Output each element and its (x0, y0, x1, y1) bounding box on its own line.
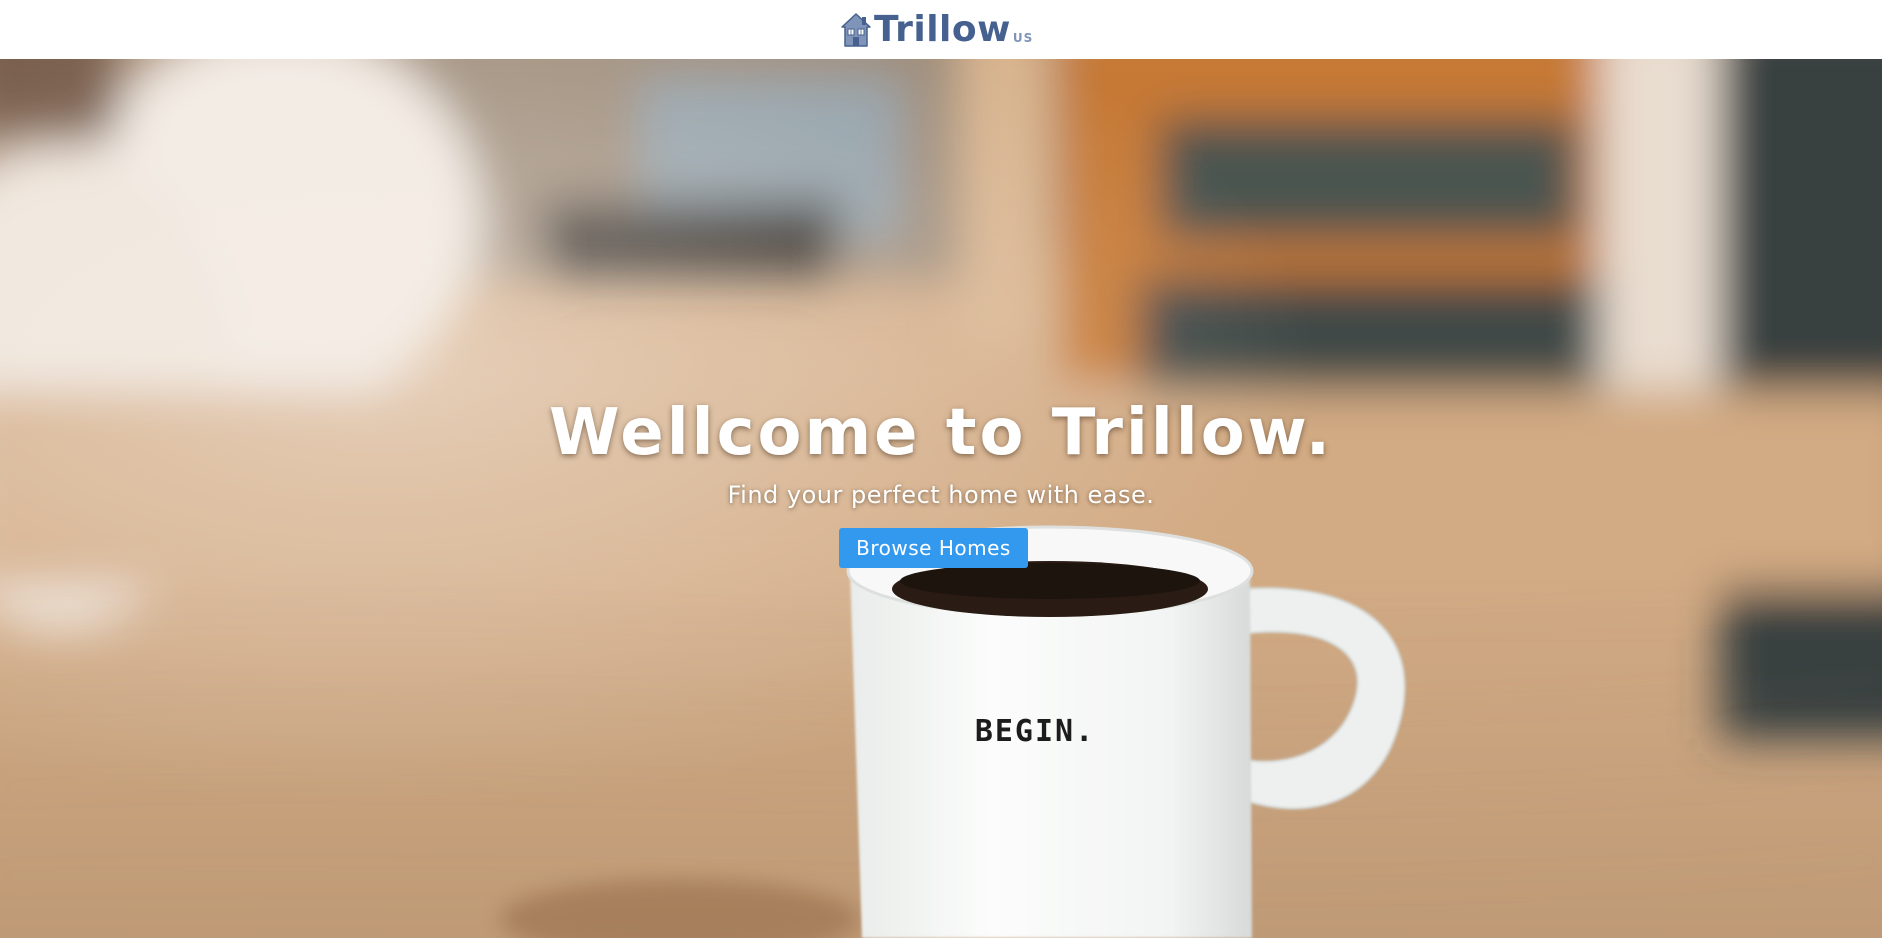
brand-logo-link[interactable]: Trillow US (840, 6, 1033, 52)
brand-region: US (1012, 31, 1034, 45)
house-icon (841, 13, 871, 47)
top-navbar: Trillow US (0, 0, 1882, 59)
hero-title: Wellcome to Trillow. (548, 396, 1334, 470)
browse-homes-button[interactable]: Browse Homes (839, 528, 1028, 568)
page: Trillow US BEGIN. Wellcome to Trillow. F… (0, 0, 1882, 938)
hero-subtitle: Find your perfect home with ease. (727, 481, 1155, 509)
brand-name: Trillow (874, 9, 1011, 50)
hero-section: BEGIN. Wellcome to Trillow. Find your pe… (0, 59, 1882, 938)
mug-text: BEGIN. (975, 714, 1095, 749)
